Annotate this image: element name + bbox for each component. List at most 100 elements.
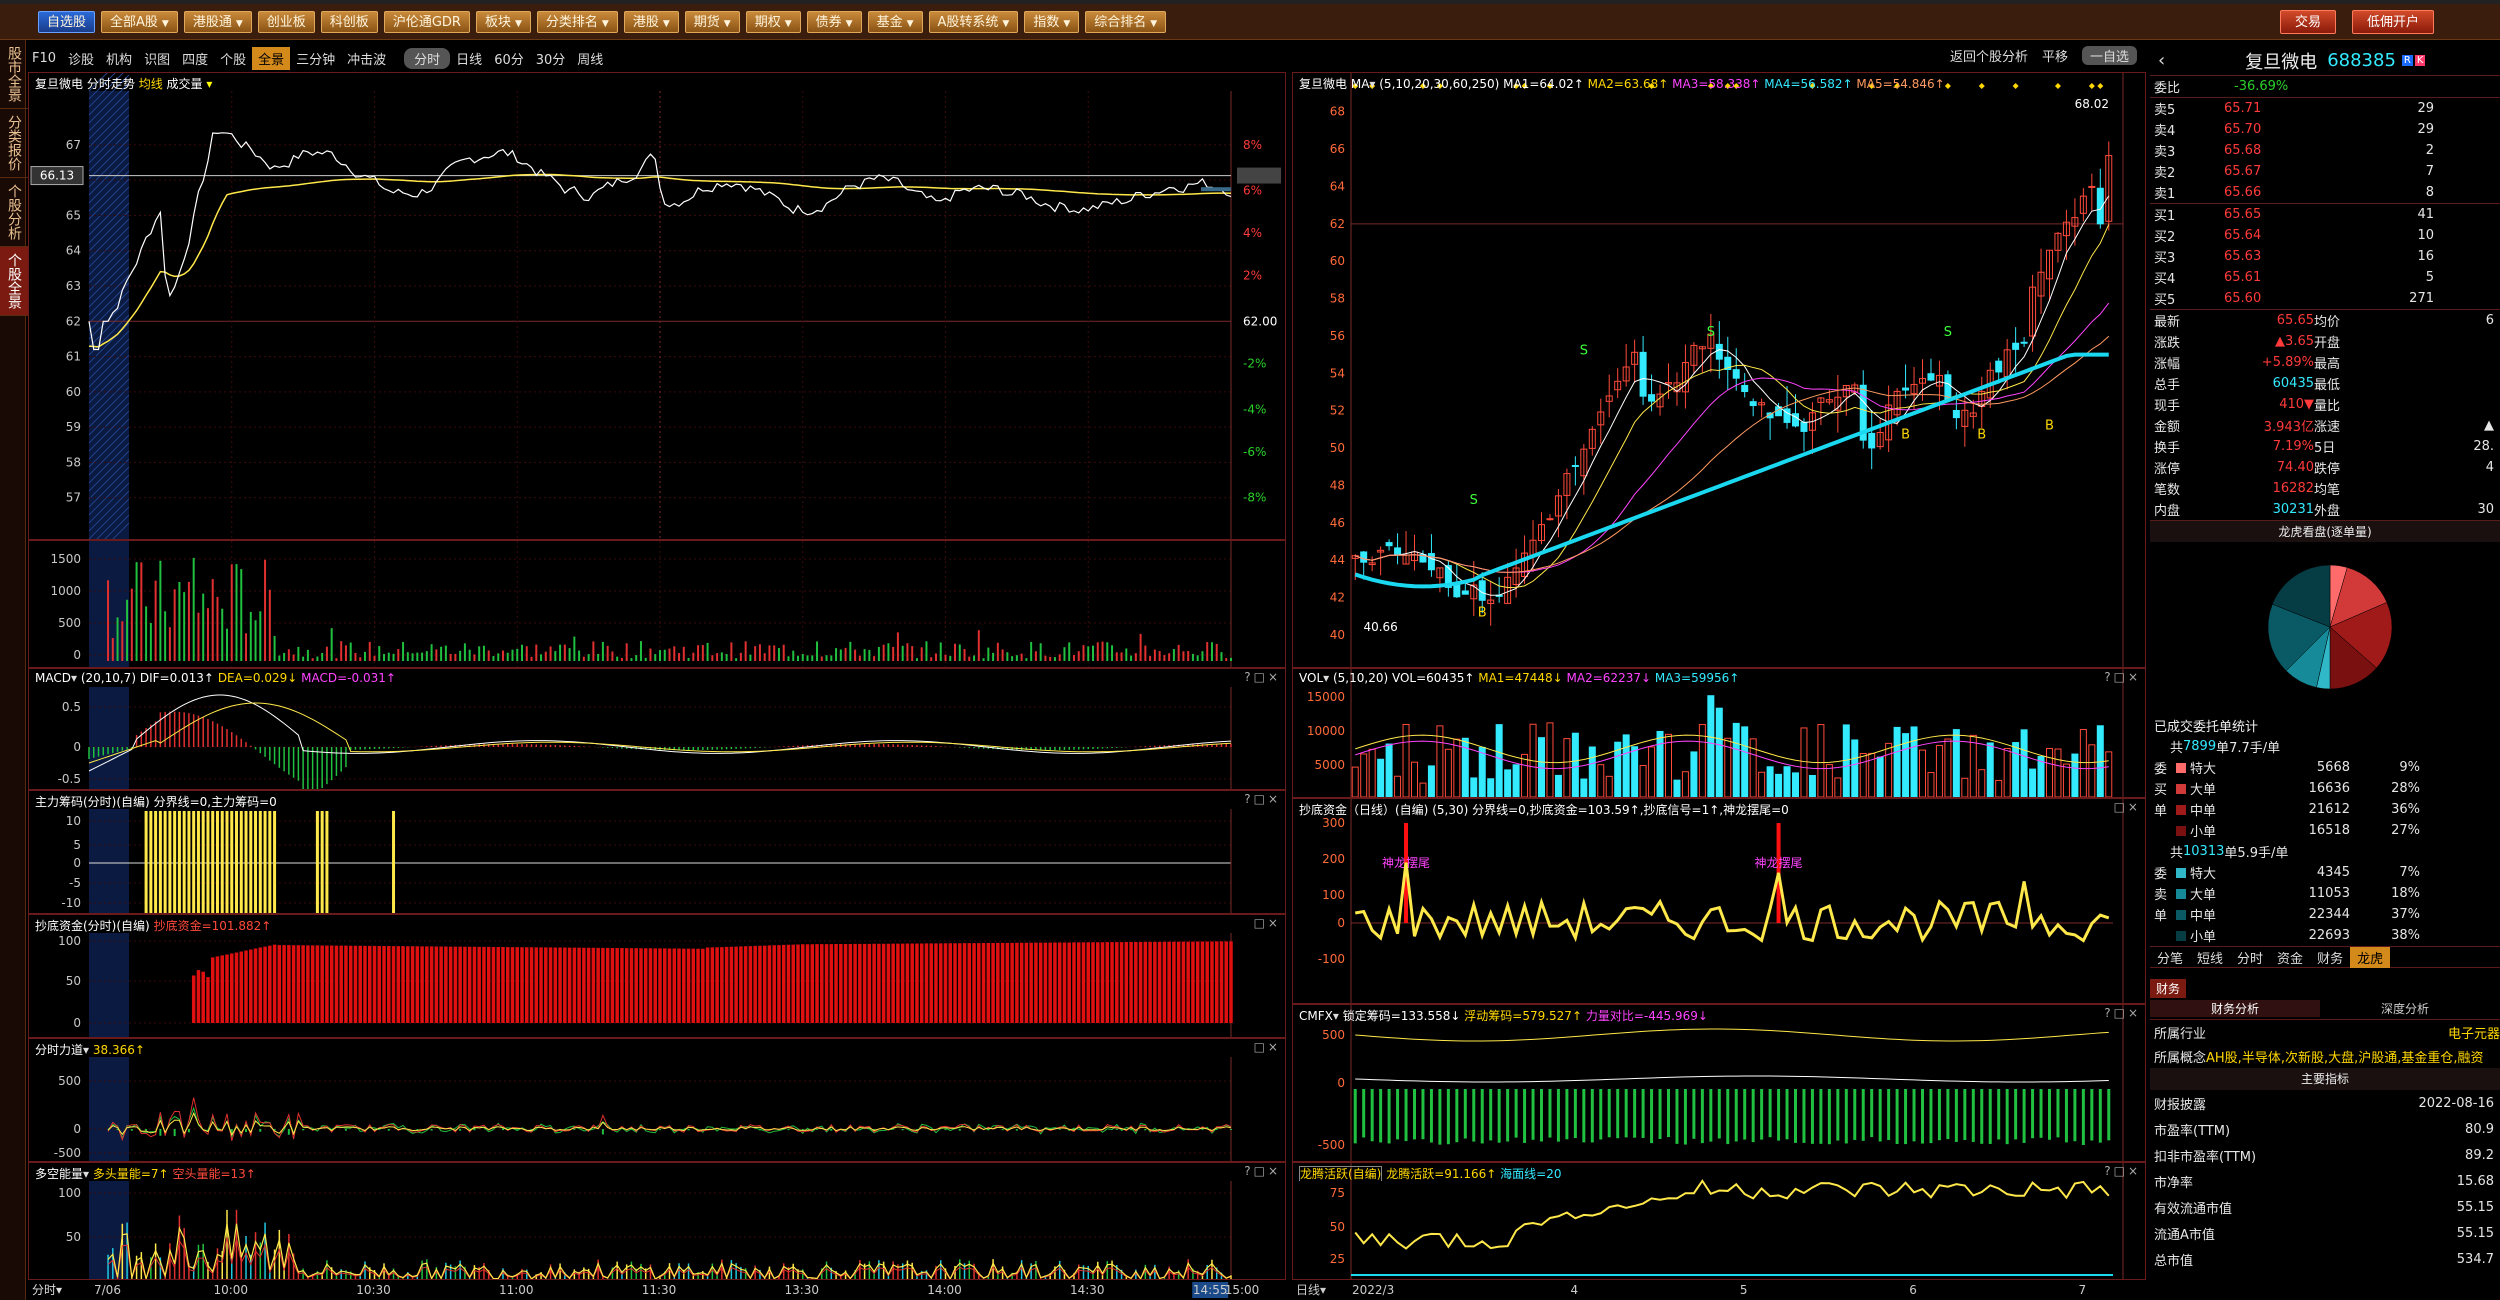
stat-row-1: 涨跌 ▲3.65 开盘 <box>2150 331 2500 352</box>
stat-label: 总手 <box>2154 378 2181 393</box>
order-type: 小单 <box>2190 930 2217 945</box>
menu-item-13[interactable]: A股转系统 ▼ <box>928 10 1019 33</box>
level-volume: 2 <box>2425 143 2434 158</box>
order-type: 特大 <box>2190 867 2217 882</box>
zhuli-chart[interactable]: 10 5 0 -5 -10 <box>29 791 1286 914</box>
toolbar-item-5[interactable]: 个股 <box>214 47 252 70</box>
menu-item-8[interactable]: 港股 ▼ <box>623 10 679 33</box>
fenshi-label: 分时力道 <box>35 1043 84 1057</box>
panel-controls[interactable]: ?□× <box>2104 1006 2141 1020</box>
daily-volume-chart[interactable]: 15000 10000 5000 <box>1293 669 2146 798</box>
panel-controls[interactable]: ?□× <box>1244 792 1281 806</box>
menu-item-6[interactable]: 板块 ▼ <box>475 10 531 33</box>
menu-item-15[interactable]: 综合排名 ▼ <box>1085 10 1167 33</box>
toolbar-item-9[interactable]: 分时 <box>404 47 451 69</box>
menu-item-0[interactable]: 自选股 <box>38 10 96 33</box>
toolbar-item-2[interactable]: 机构 <box>100 47 138 70</box>
kline-candle <box>2020 341 2028 344</box>
chaodi-chart[interactable]: 100 50 0 <box>29 915 1286 1038</box>
back-arrow-icon[interactable]: ‹ <box>2158 50 2165 71</box>
dropdown-icon[interactable]: ▾ <box>206 77 212 91</box>
ma-label[interactable]: MA <box>1351 77 1370 91</box>
k-badge-icon[interactable]: K <box>2414 55 2426 66</box>
quote-tab-5[interactable]: 龙虎 <box>2350 946 2391 968</box>
daily-chaodi-chart[interactable]: 3002001000-100神龙摆尾 神龙摆尾 <box>1293 799 2146 1004</box>
menu-item-2[interactable]: 港股通 ▼ <box>183 10 252 33</box>
right-tool-1[interactable]: 平移 <box>2042 46 2068 65</box>
toolbar-item-1[interactable]: 诊股 <box>62 47 100 70</box>
low-label: 40.66 <box>1363 620 1397 634</box>
fenshi-chart[interactable]: 500 0 -500 <box>29 1039 1286 1162</box>
ma60-line <box>1354 352 2109 589</box>
quote-tab-3[interactable]: 资金 <box>2270 947 2310 968</box>
trade-button[interactable]: 交易 <box>2280 10 2337 34</box>
kvol-bar <box>1741 726 1749 797</box>
intraday-volume-chart[interactable]: 1500 1000 500 0 <box>29 541 1286 668</box>
panel-controls[interactable]: □× <box>1254 916 1281 930</box>
menu-item-14[interactable]: 指数 ▼ <box>1024 10 1080 33</box>
kvol-bar <box>1394 775 1402 797</box>
menu-item-9[interactable]: 期货 ▼ <box>684 10 740 33</box>
toolbar-item-3[interactable]: 识图 <box>138 47 176 70</box>
toolbar-item-0[interactable]: F10 <box>26 49 62 68</box>
menu-item-7[interactable]: 分类排名 ▼ <box>536 10 618 33</box>
panel-controls[interactable]: ?□× <box>2104 1164 2141 1178</box>
sidebar-item-3[interactable]: 个股全景 <box>0 247 28 316</box>
right-tool-0[interactable]: 返回个股分析 <box>1950 46 2028 65</box>
panel-controls[interactable]: □× <box>1254 1040 1281 1054</box>
tab-finance[interactable]: 财务 <box>2150 978 2187 998</box>
quote-tab-1[interactable]: 短线 <box>2190 947 2230 968</box>
cmfx-chart[interactable]: 500 0 -500 <box>1293 1005 2146 1162</box>
menu-item-1[interactable]: 全部A股 ▼ <box>101 10 178 33</box>
right-tool-2[interactable]: 一自选 <box>2082 46 2138 65</box>
vol-label[interactable]: VOL <box>1299 671 1323 685</box>
panel-controls[interactable]: ?□× <box>1244 1164 1281 1178</box>
order-color-swatch <box>2176 762 2186 773</box>
sidebar-item-0[interactable]: 股市全景 <box>0 40 28 109</box>
toolbar-item-6[interactable]: 全景 <box>252 46 291 70</box>
zl-tick: -5 <box>69 876 81 890</box>
rzrq-badge-icon[interactable]: R <box>2401 55 2413 66</box>
quote-tab-0[interactable]: 分笔 <box>2150 947 2190 968</box>
panel-controls[interactable]: □× <box>2114 800 2141 814</box>
menu-item-3[interactable]: 创业板 <box>257 10 315 33</box>
toolbar-item-11[interactable]: 60分 <box>488 47 530 70</box>
menu-item-10[interactable]: 期权 ▼ <box>745 10 801 33</box>
macd-chart[interactable]: 0.5 0 -0.5 <box>29 669 1286 790</box>
menu-item-5[interactable]: 沪伦通GDR <box>383 10 470 33</box>
toolbar-item-12[interactable]: 30分 <box>530 47 572 70</box>
toolbar-item-7[interactable]: 三分钟 <box>290 47 341 70</box>
zl-bar <box>225 811 229 913</box>
quote-tab-2[interactable]: 分时 <box>2230 947 2270 968</box>
panel-controls[interactable]: ?□× <box>2104 670 2141 684</box>
toolbar-item-13[interactable]: 周线 <box>571 47 609 70</box>
panel-controls[interactable]: ?□× <box>1244 670 1281 684</box>
zhuli-param: 分界线=0,主力筹码=0 <box>153 795 277 809</box>
menu-item-11[interactable]: 债券 ▼ <box>806 10 862 33</box>
toolbar-item-4[interactable]: 四度 <box>176 47 214 70</box>
sidebar-item-2[interactable]: 个股分析 <box>0 178 28 247</box>
zl-bar <box>263 811 267 913</box>
intraday-chart[interactable]: 67666564636261605958578%6.7%6%4%2%62.00-… <box>29 73 1286 540</box>
tab-fin-analysis[interactable]: 财务分析 <box>2150 1000 2320 1017</box>
intraday-header: 复旦微电 分时走势 均线 成交量 ▾ <box>29 73 1285 91</box>
order-stats-title: 已成交委托单统计 <box>2154 720 2259 735</box>
stat-value: 30231 <box>2272 502 2314 517</box>
open-account-button[interactable]: 低佣开户 <box>2352 10 2435 34</box>
fs-green-line <box>107 1106 1232 1140</box>
cmfx-label[interactable]: CMFX <box>1299 1009 1333 1023</box>
kvol-bar <box>1961 777 1969 797</box>
daily-kline-chart[interactable]: 68 66 64 62 60 58 56 54 52 50 48 46 44 42 40 68.02 40.66… <box>1293 73 2146 668</box>
order-color-swatch <box>2176 888 2186 899</box>
toolbar-item-8[interactable]: 冲击波 <box>341 47 392 70</box>
zl-tick: 0 <box>73 856 81 870</box>
quote-tab-4[interactable]: 财务 <box>2310 947 2350 968</box>
longteng-label[interactable]: 龙腾活跃(自编) <box>1299 1166 1383 1181</box>
macd-label[interactable]: MACD <box>35 671 71 685</box>
tab-deep-analysis[interactable]: 深度分析 <box>2320 1000 2490 1017</box>
menu-item-4[interactable]: 科创板 <box>320 10 378 33</box>
sidebar-item-1[interactable]: 分类报价 <box>0 109 28 178</box>
pct-tick: -8% <box>1243 491 1266 505</box>
toolbar-item-10[interactable]: 日线 <box>450 47 488 70</box>
menu-item-12[interactable]: 基金 ▼ <box>867 10 923 33</box>
